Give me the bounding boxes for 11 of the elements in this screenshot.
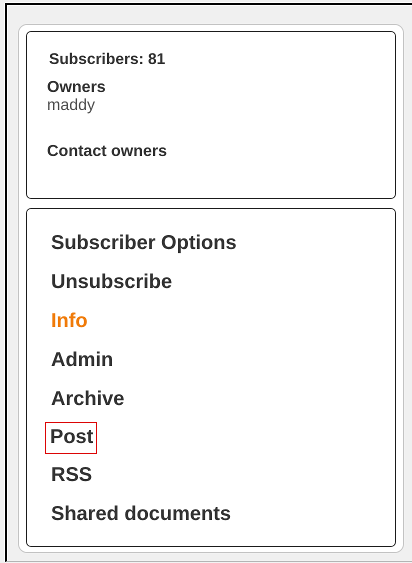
- menu-link[interactable]: Shared documents: [49, 501, 234, 540]
- menu-link[interactable]: RSS: [49, 462, 94, 501]
- menu-link[interactable]: Unsubscribe: [49, 269, 174, 308]
- subscriber-count: Subscribers: 81: [49, 51, 166, 69]
- owners-heading: Owners: [47, 79, 107, 97]
- owner-name: maddy: [47, 97, 96, 115]
- menu-link[interactable]: Archive: [49, 386, 126, 425]
- contact-owners-link[interactable]: Contact owners: [47, 143, 375, 161]
- menu-link[interactable]: Admin: [49, 347, 116, 386]
- menu-link[interactable]: Subscriber Options: [49, 230, 239, 269]
- menu-link[interactable]: Post: [46, 423, 96, 453]
